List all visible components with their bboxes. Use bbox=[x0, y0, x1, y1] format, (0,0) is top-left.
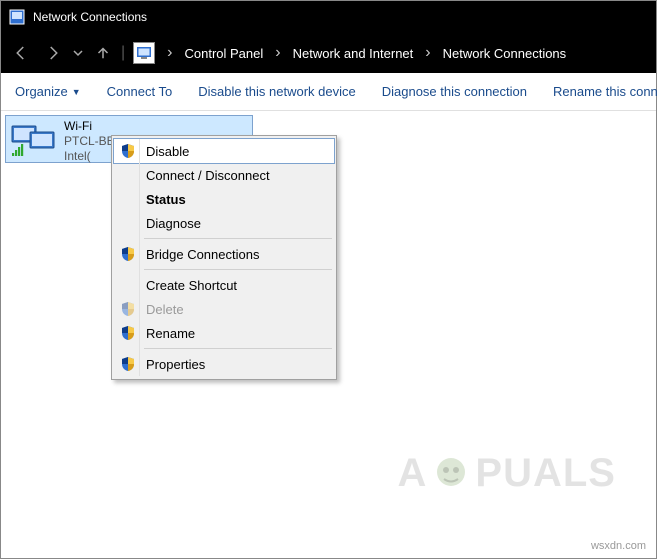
shield-icon bbox=[118, 323, 138, 343]
menu-separator bbox=[144, 238, 332, 239]
shield-icon bbox=[118, 299, 138, 319]
menu-item-create-shortcut[interactable]: Create Shortcut bbox=[114, 273, 334, 297]
recent-locations-button[interactable] bbox=[71, 48, 85, 58]
menu-separator bbox=[144, 269, 332, 270]
site-credit: wsxdn.com bbox=[591, 540, 646, 552]
watermark-logo: A PUALS bbox=[398, 451, 616, 496]
titlebar: Network Connections bbox=[1, 1, 656, 33]
breadcrumb-network-connections[interactable]: Network Connections bbox=[437, 42, 573, 65]
menu-item-delete: Delete bbox=[114, 297, 334, 321]
connection-ssid: PTCL-BB bbox=[64, 134, 115, 149]
window: Network Connections | › Control Panel › … bbox=[0, 0, 657, 559]
organize-button[interactable]: Organize ▼ bbox=[15, 84, 81, 99]
up-button[interactable] bbox=[89, 39, 117, 67]
connection-adapter: Intel( bbox=[64, 149, 115, 164]
menu-item-disable[interactable]: Disable bbox=[114, 139, 334, 163]
chevron-down-icon: ▼ bbox=[72, 87, 81, 97]
connection-name: Wi-Fi bbox=[64, 119, 115, 134]
mascot-icon bbox=[429, 452, 473, 496]
address-bar: | › Control Panel › Network and Internet… bbox=[1, 33, 656, 73]
menu-item-status[interactable]: Status bbox=[114, 187, 334, 211]
control-panel-icon bbox=[9, 9, 25, 25]
content-area: Wi-Fi PTCL-BB Intel( Disable Connect / D… bbox=[1, 111, 656, 558]
shield-icon bbox=[118, 244, 138, 264]
menu-item-connect-disconnect[interactable]: Connect / Disconnect bbox=[114, 163, 334, 187]
disable-device-button[interactable]: Disable this network device bbox=[198, 84, 356, 99]
shield-icon bbox=[118, 141, 138, 161]
context-menu: Disable Connect / Disconnect Status Diag… bbox=[111, 135, 337, 380]
shield-icon bbox=[118, 354, 138, 374]
connect-to-button[interactable]: Connect To bbox=[107, 84, 173, 99]
command-bar: Organize ▼ Connect To Disable this netwo… bbox=[1, 73, 656, 111]
menu-item-properties[interactable]: Properties bbox=[114, 352, 334, 376]
menu-separator bbox=[144, 348, 332, 349]
menu-item-rename[interactable]: Rename bbox=[114, 321, 334, 345]
chevron-right-icon[interactable]: › bbox=[273, 44, 282, 62]
rename-connection-button[interactable]: Rename this conne bbox=[553, 84, 657, 99]
chevron-right-icon[interactable]: › bbox=[423, 44, 432, 62]
forward-button[interactable] bbox=[39, 39, 67, 67]
breadcrumb-network-internet[interactable]: Network and Internet bbox=[287, 42, 420, 65]
chevron-right-icon[interactable]: › bbox=[165, 44, 174, 62]
network-adapter-icon bbox=[10, 118, 58, 158]
menu-item-diagnose[interactable]: Diagnose bbox=[114, 211, 334, 235]
window-title: Network Connections bbox=[33, 10, 147, 24]
location-icon[interactable] bbox=[133, 42, 155, 64]
menu-item-bridge[interactable]: Bridge Connections bbox=[114, 242, 334, 266]
diagnose-connection-button[interactable]: Diagnose this connection bbox=[382, 84, 527, 99]
back-button[interactable] bbox=[7, 39, 35, 67]
breadcrumb-control-panel[interactable]: Control Panel bbox=[178, 42, 269, 65]
